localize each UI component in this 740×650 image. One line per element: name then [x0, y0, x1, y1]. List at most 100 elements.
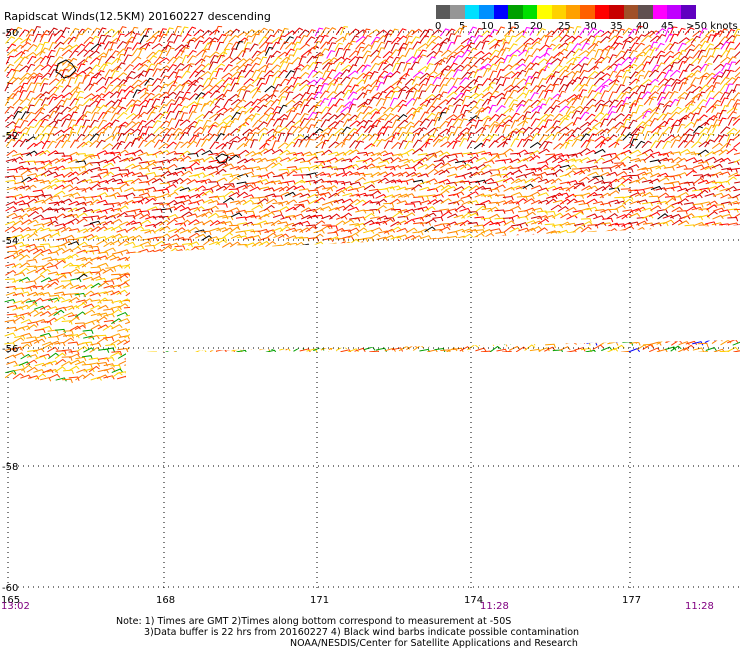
wind-barb — [349, 131, 359, 141]
wind-barb — [153, 189, 165, 195]
wind-barb — [361, 64, 371, 73]
wind-barb — [371, 156, 383, 163]
wind-barb — [676, 97, 685, 107]
wind-barb — [96, 239, 108, 246]
wind-barb — [151, 208, 163, 213]
wind-barb — [25, 160, 37, 166]
wind-barb — [453, 126, 462, 136]
wind-barb — [69, 325, 81, 332]
wind-barb — [447, 230, 459, 236]
wind-barb — [130, 208, 143, 214]
wind-barb — [697, 149, 709, 156]
wind-barb — [97, 262, 109, 267]
wind-barb — [622, 64, 634, 71]
wind-barb — [468, 105, 479, 113]
wind-barb — [585, 98, 597, 107]
wind-barb — [509, 205, 522, 211]
wind-barb — [363, 194, 375, 199]
wind-barb — [488, 70, 498, 80]
wind-barb — [650, 205, 662, 211]
wind-barb — [383, 140, 393, 149]
wind-barb — [608, 91, 617, 101]
wind-barb — [440, 141, 452, 148]
wind-barb — [81, 162, 93, 169]
wind-barb — [242, 48, 250, 58]
wind-barb — [496, 141, 508, 148]
wind-barb — [208, 181, 219, 186]
wind-barb — [587, 65, 599, 73]
wind-barb — [571, 63, 583, 71]
wind-barb — [494, 135, 506, 143]
wind-barb — [669, 33, 679, 43]
wind-barb — [48, 335, 60, 341]
wind-barb — [586, 49, 597, 57]
wind-barb — [298, 236, 310, 242]
wind-barb — [186, 26, 197, 35]
wind-barb — [33, 82, 42, 92]
wind-barb — [544, 47, 552, 57]
wind-barb — [67, 65, 78, 73]
wind-barb — [433, 72, 445, 79]
wind-barb — [12, 337, 25, 343]
wind-barb — [333, 167, 345, 173]
wind-barb — [382, 96, 391, 106]
wind-barb — [608, 83, 619, 92]
wind-barb — [144, 244, 156, 250]
wind-barb — [662, 140, 672, 150]
wind-barb — [319, 48, 330, 57]
wind-barb — [228, 176, 240, 184]
wind-barb — [4, 254, 16, 260]
wind-barb — [573, 26, 582, 36]
wind-barb — [662, 219, 675, 225]
wind-barb — [249, 234, 261, 240]
wind-barb — [475, 347, 487, 352]
wind-barb — [473, 92, 486, 100]
wind-barb — [49, 245, 61, 251]
wind-barb — [494, 194, 506, 199]
wind-barb — [663, 182, 675, 188]
wind-barb — [20, 318, 32, 324]
wind-barb — [279, 41, 289, 50]
wind-barb — [375, 204, 387, 212]
wind-barb — [697, 189, 709, 197]
wind-barb — [412, 97, 422, 106]
wind-barb — [97, 104, 108, 113]
wind-barb — [649, 117, 659, 127]
wind-barb — [172, 103, 183, 113]
wind-barb — [109, 77, 121, 85]
wind-barb — [538, 148, 550, 155]
wind-barb — [144, 119, 156, 127]
wind-barb — [488, 104, 497, 114]
wind-barb — [684, 121, 695, 129]
wind-barb — [216, 51, 228, 59]
wind-barb — [334, 61, 344, 71]
wind-barb — [629, 149, 642, 155]
wind-barb — [369, 208, 381, 214]
wind-barb — [473, 57, 485, 65]
wind-barb — [34, 50, 46, 58]
wind-barb — [277, 132, 286, 142]
wind-barb — [503, 225, 515, 233]
wind-barb — [629, 71, 640, 80]
wind-barb — [229, 28, 241, 37]
wind-barb — [340, 76, 351, 85]
wind-barb — [725, 48, 735, 57]
wind-barb — [683, 56, 694, 65]
wind-barb — [405, 56, 417, 64]
wind-barb — [158, 104, 168, 113]
wind-barb — [398, 140, 408, 150]
wind-barb — [412, 139, 422, 148]
wind-barb — [677, 220, 690, 226]
wind-barb — [405, 166, 417, 172]
wind-barb — [727, 168, 738, 173]
wind-barb — [578, 176, 590, 183]
wind-barb — [117, 97, 127, 107]
wind-barb — [166, 213, 179, 219]
wind-barb — [137, 63, 149, 71]
wind-barb — [594, 148, 606, 155]
wind-barb — [592, 92, 602, 101]
wind-barb — [517, 138, 527, 148]
wind-barb — [398, 163, 410, 168]
wind-barb — [300, 104, 309, 114]
wind-barb — [306, 84, 315, 94]
